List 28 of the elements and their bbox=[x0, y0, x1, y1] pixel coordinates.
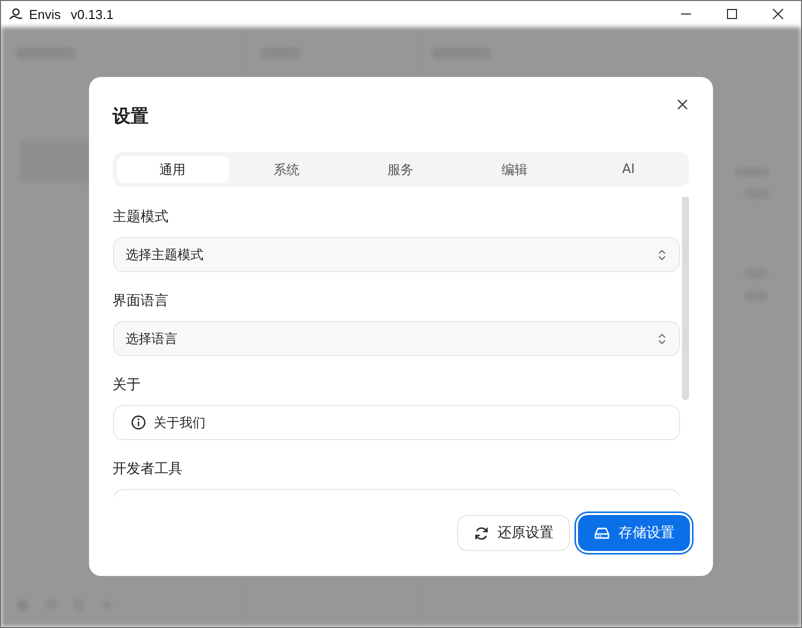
close-icon bbox=[677, 98, 688, 110]
close-button[interactable] bbox=[676, 97, 690, 111]
select-field[interactable]: 选择语言 bbox=[112, 321, 680, 356]
version-label: v0.13.1 bbox=[70, 6, 114, 22]
chevron-up-down-icon bbox=[658, 248, 666, 260]
refresh-icon bbox=[474, 526, 488, 540]
action-field[interactable]: 关于我们 bbox=[112, 405, 680, 440]
close-icon bbox=[772, 8, 784, 20]
maximize-icon bbox=[726, 8, 738, 20]
tab[interactable]: AI bbox=[572, 156, 684, 183]
scrollbar-thumb[interactable] bbox=[682, 197, 688, 400]
tab[interactable]: 编辑 bbox=[458, 156, 570, 183]
drive-icon bbox=[594, 526, 610, 540]
info-icon bbox=[130, 415, 146, 430]
field-label: 主题模式 bbox=[112, 208, 170, 227]
field-label: 关于 bbox=[112, 376, 142, 395]
field-label: 界面语言 bbox=[112, 292, 170, 311]
tab[interactable]: 服务 bbox=[344, 156, 456, 183]
chevron-up-down-icon bbox=[658, 332, 666, 344]
reset-button[interactable]: 还原设置 bbox=[456, 515, 570, 551]
person-icon bbox=[9, 8, 23, 20]
dialog-title: 设置 bbox=[112, 105, 148, 129]
tab[interactable]: 系统 bbox=[230, 156, 342, 183]
save-button[interactable]: 存储设置 bbox=[578, 515, 690, 551]
select-field[interactable]: 选择主题模式 bbox=[112, 237, 680, 272]
field-label: 开发者工具 bbox=[112, 460, 184, 479]
tab[interactable]: 通用 bbox=[116, 156, 228, 183]
window-title: Envis bbox=[29, 6, 61, 22]
